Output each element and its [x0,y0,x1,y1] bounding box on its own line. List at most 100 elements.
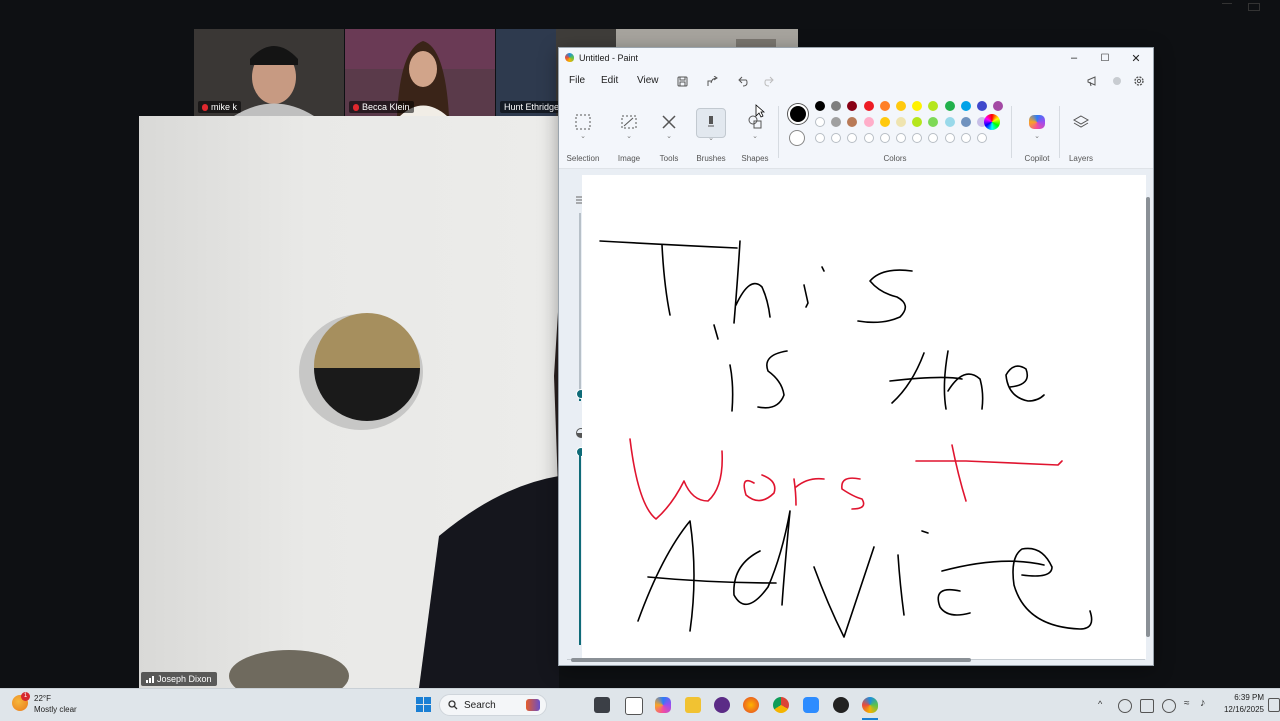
obs-icon[interactable] [714,697,730,713]
selection-group[interactable]: ⌄ Selection [565,98,601,168]
custom-color-slot[interactable] [928,133,939,143]
zoom-icon[interactable] [803,697,819,713]
custom-color-slot[interactable] [847,133,858,143]
chrome-icon[interactable] [773,697,789,713]
weather-condition[interactable]: Mostly clear [34,705,77,714]
ribbon: ⌄ Selection ⌄ Image ⌄ Tools ⌄ Brushes ⌄ … [559,98,1153,168]
ribbon-separator [1059,106,1060,158]
settings-gear-icon[interactable] [1132,74,1146,88]
paint-window: Untitled - Paint – ☐ ✕ File Edit View ⌄ … [558,47,1154,666]
brushes-group[interactable]: ⌄ Brushes [693,98,729,168]
color-swatch[interactable] [960,117,971,127]
color-swatch[interactable] [928,101,939,111]
custom-color-slot[interactable] [815,133,825,143]
search-icon [448,700,458,710]
file-explorer-icon[interactable] [685,697,701,713]
tray-icon[interactable] [1118,699,1132,713]
call-minimize-icon[interactable] [1222,3,1232,10]
chevron-down-icon: ⌄ [666,133,672,140]
chevron-down-icon: ⌄ [752,133,758,140]
primary-color-swatch[interactable] [788,104,808,124]
custom-color-slot[interactable] [960,133,971,143]
search-highlight-icon [526,699,540,711]
handwriting-drawing [599,240,1093,638]
close-button[interactable]: ✕ [1121,50,1151,66]
menu-file[interactable]: File [569,75,585,86]
hscroll-thumb[interactable] [571,658,971,662]
participant-tile[interactable]: Becca Klein [345,29,495,116]
color-swatch[interactable] [831,101,842,111]
copilot-taskbar-icon[interactable] [655,697,671,713]
menu-edit[interactable]: Edit [601,75,618,86]
tray-icon[interactable] [1162,699,1176,713]
call-maximize-icon[interactable] [1248,3,1260,11]
clock-date[interactable]: 12/16/2025 [1220,705,1264,714]
opacity-fill [579,455,581,645]
search-label: Search [464,699,496,711]
edit-colors-button[interactable] [977,98,1007,168]
tray-icon[interactable] [1140,699,1154,713]
color-swatch[interactable] [847,117,858,127]
color-swatch[interactable] [863,101,874,111]
secondary-color-swatch[interactable] [789,130,805,146]
speaker-video [139,116,559,688]
participant-name-label: Hunt Ethridge [500,101,564,113]
feedback-icon[interactable] [1086,74,1100,88]
minimize-button[interactable]: – [1059,50,1089,66]
colors-group: Colors [875,98,915,168]
custom-color-slot[interactable] [944,133,955,143]
ribbon-separator [1011,106,1012,158]
color-swatch[interactable] [928,117,939,127]
menu-view[interactable]: View [637,75,659,86]
menu-bar: File Edit View [559,72,1153,92]
clock-time[interactable]: 6:39 PM [1228,693,1264,702]
paint-taskbar-icon[interactable] [862,697,878,713]
participant-tile[interactable]: mike k [194,29,344,116]
notification-badge: 1 [21,692,30,701]
color-swatch[interactable] [863,117,874,127]
save-icon[interactable] [675,74,689,88]
volume-icon[interactable]: ♪ [1200,697,1206,709]
notepad-icon[interactable] [625,697,643,715]
group-label: Brushes [696,154,726,163]
group-label: Image [617,154,641,163]
vertical-scrollbar[interactable] [1146,197,1150,637]
notification-center-icon[interactable] [1268,698,1280,712]
share-icon[interactable] [705,74,719,88]
redo-icon[interactable] [762,74,776,88]
account-icon[interactable] [1110,74,1124,88]
image-group[interactable]: ⌄ Image [611,98,647,168]
drawing-canvas[interactable] [582,175,1146,659]
color-swatch[interactable] [944,101,955,111]
ribbon-separator [778,106,779,158]
color-wheel-icon [978,108,1006,136]
color-swatch[interactable] [815,101,825,111]
weather-temperature[interactable]: 22°F [34,694,51,703]
custom-color-slot[interactable] [831,133,842,143]
layers-group[interactable]: Layers [1063,98,1099,168]
drawing-words-is-the [729,350,1045,412]
group-label: Shapes [741,154,769,163]
maximize-button[interactable]: ☐ [1090,50,1120,66]
layers-icon [1067,108,1095,136]
color-swatch[interactable] [831,117,842,127]
undo-icon[interactable] [735,74,749,88]
custom-color-slot[interactable] [863,133,874,143]
horizontal-scrollbar[interactable] [567,657,1145,663]
firefox-icon[interactable] [743,697,759,713]
tools-group[interactable]: ⌄ Tools [651,98,687,168]
color-swatch[interactable] [944,117,955,127]
github-icon[interactable] [833,697,849,713]
chevron-down-icon: ⌄ [580,133,586,140]
color-swatch[interactable] [815,117,825,127]
color-swatch[interactable] [847,101,858,111]
taskbar-search[interactable]: Search [439,694,547,716]
start-windows-icon[interactable] [416,697,431,712]
color-swatch[interactable] [960,101,971,111]
copilot-group[interactable]: ⌄ Copilot [1019,98,1055,168]
title-bar[interactable]: Untitled - Paint – ☐ ✕ [559,48,1153,68]
wifi-icon[interactable]: ≈ [1184,698,1190,709]
taskbar: 1 22°F Mostly clear Search ^ ≈ ♪ 6:39 PM… [0,688,1280,721]
chevron-up-icon[interactable]: ^ [1098,699,1102,709]
task-view-icon[interactable] [594,697,610,713]
